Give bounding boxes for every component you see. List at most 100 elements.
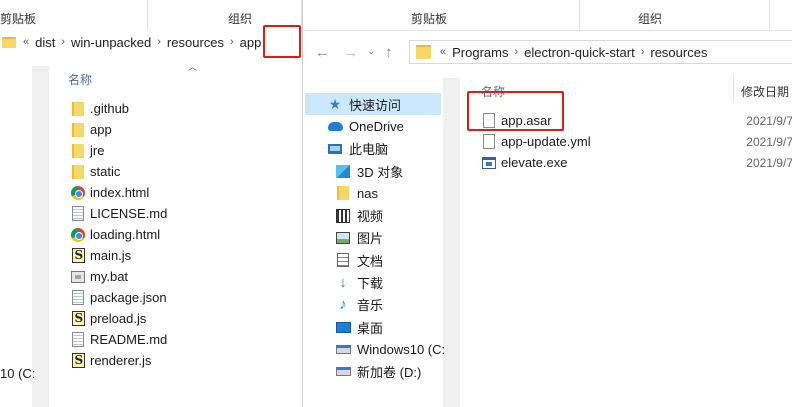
nav-item-drive-d[interactable]: 新加卷 (D:) — [327, 361, 445, 383]
breadcrumb-app[interactable]: app — [235, 35, 267, 50]
document-icon — [72, 332, 84, 347]
breadcrumb-win-unpacked[interactable]: win-unpacked — [66, 35, 156, 50]
sort-caret-icon: ︿ — [188, 62, 198, 72]
file-name: index.html — [90, 185, 150, 200]
breadcrumb-overflow[interactable]: « — [22, 36, 30, 48]
nav-label: 下载 — [357, 276, 384, 292]
breadcrumb-programs[interactable]: Programs — [447, 45, 513, 60]
folder-icon — [72, 101, 84, 116]
folder-icon — [2, 36, 16, 48]
drive-icon — [335, 367, 351, 377]
recent-dropdown-icon[interactable]: ⌄ — [367, 46, 375, 57]
breadcrumb-overflow[interactable]: « — [439, 46, 447, 58]
nav-item-documents[interactable]: 文档 — [327, 249, 445, 271]
up-arrow-icon[interactable]: ↑ — [385, 44, 393, 61]
download-icon: ↓ — [339, 274, 347, 292]
right-explorer-window: 剪贴板 组织 ← → ⌄ ↑ « Programs › electron-qui… — [302, 0, 792, 407]
ribbon-clipboard-group[interactable]: 剪贴板 — [303, 0, 580, 30]
file-name: jre — [90, 143, 105, 158]
nav-item-drive-c[interactable]: Windows10 (C: — [327, 338, 445, 360]
file-name: static — [90, 164, 121, 179]
navpane-scrollbar[interactable] — [32, 66, 49, 407]
list-item[interactable]: jre — [70, 140, 167, 161]
file-name: elevate.exe — [501, 155, 568, 170]
nav-label: 图片 — [357, 231, 384, 247]
column-header-name[interactable]: 名称 — [68, 71, 92, 88]
file-name: renderer.js — [90, 353, 152, 368]
list-item[interactable]: main.js — [70, 245, 167, 266]
document-icon — [483, 134, 495, 149]
list-item[interactable]: loading.html — [70, 224, 167, 245]
address-bar[interactable]: « Programs › electron-quick-start › reso… — [409, 40, 792, 64]
list-item[interactable]: renderer.js — [70, 350, 167, 371]
ribbon-organize-group[interactable]: 组织 — [580, 0, 770, 30]
chrome-icon — [71, 227, 85, 242]
column-header-modified[interactable]: 修改日期 — [741, 83, 789, 100]
file-date: 2021/9/7 — [746, 134, 792, 149]
nav-label: Windows10 (C: — [357, 341, 446, 357]
navpane-drive-label[interactable]: 10 (C: — [0, 366, 35, 381]
document-icon — [72, 206, 84, 221]
list-item[interactable]: elevate.exe 2021/9/7 — [481, 152, 792, 173]
music-icon: ♪ — [339, 296, 347, 314]
nav-item-quick-access[interactable]: ★ 快速访问 — [305, 93, 441, 116]
list-item[interactable]: app — [70, 119, 167, 140]
file-name: package.json — [90, 290, 167, 305]
list-item[interactable]: package.json — [70, 287, 167, 308]
nav-item-this-pc[interactable]: 此电脑 — [327, 138, 445, 160]
list-item[interactable]: static — [70, 161, 167, 182]
navigation-pane: ★ 快速访问 OneDrive 此电脑 3D 对象 nas 视频 图片 文档 ↓ 下… — [305, 93, 445, 383]
list-item[interactable]: LICENSE.md — [70, 203, 167, 224]
ribbon-clipboard-label: 剪贴板 — [411, 12, 448, 26]
navpane-scrollbar[interactable] — [443, 78, 460, 407]
batch-icon — [71, 270, 85, 283]
nav-item-pictures[interactable]: 图片 — [327, 227, 445, 249]
list-item[interactable]: preload.js — [70, 308, 167, 329]
breadcrumb-resources[interactable]: resources — [645, 45, 712, 60]
breadcrumb-resources[interactable]: resources — [162, 35, 229, 50]
nav-label: 新加卷 (D:) — [357, 365, 422, 381]
breadcrumb-dist[interactable]: dist — [30, 35, 60, 50]
star-icon: ★ — [328, 95, 342, 112]
file-name: README.md — [90, 332, 168, 347]
file-name: .github — [90, 101, 130, 116]
ribbon-organize-label: 组织 — [228, 12, 253, 26]
script-icon — [71, 248, 85, 263]
nav-item-videos[interactable]: 视频 — [327, 204, 445, 226]
file-date: 2021/9/7 — [746, 155, 792, 170]
nav-label: 3D 对象 — [357, 164, 404, 180]
nav-item-desktop[interactable]: 桌面 — [327, 316, 445, 338]
breadcrumb-electron-quick-start[interactable]: electron-quick-start — [519, 45, 640, 60]
list-item[interactable]: index.html — [70, 182, 167, 203]
back-arrow-icon[interactable]: ← — [315, 44, 330, 61]
folder-icon — [72, 164, 84, 179]
drive-icon — [335, 344, 351, 354]
folder-icon — [72, 143, 84, 158]
nav-item-onedrive[interactable]: OneDrive — [327, 115, 445, 137]
nav-item-3d-objects[interactable]: 3D 对象 — [327, 160, 445, 182]
left-file-list: .github app jre static index.html LICENS… — [70, 98, 167, 371]
list-item[interactable]: .github — [70, 98, 167, 119]
folder-icon — [337, 186, 349, 201]
list-item[interactable]: app-update.yml 2021/9/7 — [481, 131, 792, 152]
nav-item-music[interactable]: ♪ 音乐 — [327, 294, 445, 316]
desktop-icon — [335, 321, 351, 333]
nav-label: nas — [357, 185, 378, 201]
file-name: loading.html — [90, 227, 161, 242]
file-name: preload.js — [90, 311, 147, 326]
nav-label: OneDrive — [349, 118, 404, 134]
forward-arrow-icon[interactable]: → — [343, 44, 358, 61]
computer-icon — [328, 143, 342, 154]
ribbon-clipboard-group[interactable]: 剪贴板 — [0, 0, 148, 30]
document-icon — [72, 290, 84, 305]
folder-icon — [416, 45, 431, 59]
exe-icon — [482, 156, 496, 169]
cloud-icon — [327, 121, 343, 131]
list-item[interactable]: README.md — [70, 329, 167, 350]
nav-item-downloads[interactable]: ↓ 下载 — [327, 271, 445, 293]
nav-item-nas[interactable]: nas — [327, 182, 445, 204]
column-divider[interactable] — [733, 74, 734, 102]
list-item[interactable]: my.bat — [70, 266, 167, 287]
video-icon — [336, 208, 350, 223]
address-bar[interactable]: « dist › win-unpacked › resources › app — [0, 30, 302, 54]
